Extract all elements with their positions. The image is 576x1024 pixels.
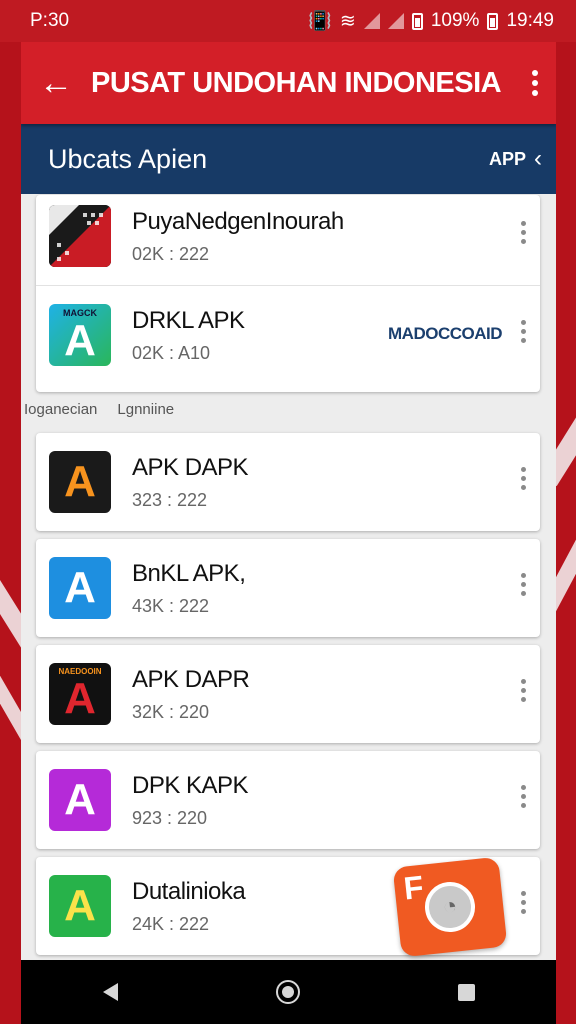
- status-time-right: 19:49: [506, 10, 554, 31]
- brand-tag: MADOCCOAID: [388, 324, 503, 343]
- list-item[interactable]: A APK DAPK 323 : 222: [36, 433, 540, 531]
- nav-home-button[interactable]: [258, 962, 318, 1022]
- section-link-label: APP: [488, 148, 526, 169]
- app-toolbar: ← PUSAT UNDOHAN INDONESIA: [21, 42, 556, 124]
- battery-icon: [411, 12, 423, 30]
- list-item[interactable]: PuyaNedgenInourah 02K : 222: [36, 187, 540, 285]
- more-options-button[interactable]: [521, 679, 526, 702]
- app-card: A DPK KAPK 923 : 220: [36, 751, 540, 849]
- app-meta: 43K : 222: [132, 595, 210, 616]
- app-name: APK DAPR: [132, 665, 250, 693]
- more-options-button[interactable]: [521, 573, 526, 596]
- more-options-button[interactable]: [521, 221, 526, 244]
- app-meta: 02K : A10: [132, 342, 211, 363]
- app-name: APK DAPK: [132, 453, 249, 481]
- app-meta: 923 : 220: [132, 807, 208, 828]
- section-header: Ubcats Apien APP ‹: [21, 124, 556, 194]
- ap-logo-icon: MAGCK A: [49, 304, 111, 366]
- vibrate-icon: 📳: [308, 11, 332, 32]
- status-bar: P:30 📳 ≋ 109% 19:49: [0, 0, 576, 42]
- list-item[interactable]: MAGCK A DRKL APK 02K : A10 MADOCCOAID: [36, 285, 540, 384]
- home-circle-icon: [276, 980, 301, 1004]
- section-title: Ubcats Apien: [48, 143, 208, 174]
- category-label: Lgnniine: [117, 401, 175, 418]
- app-name: DPK KAPK: [132, 771, 249, 799]
- lens-icon: ◔: [422, 879, 478, 935]
- a-logo-dark-icon: A: [49, 451, 111, 513]
- back-triangle-icon: [102, 983, 118, 1001]
- section-app-link[interactable]: APP ‹: [489, 145, 542, 173]
- category-labels: Ioganecian Lgnniine: [24, 401, 174, 418]
- app-name: BnKL APK,: [132, 559, 246, 587]
- list-item[interactable]: A BnKL APK, 43K : 222: [36, 539, 540, 637]
- signal-icon: [363, 13, 380, 29]
- battery-percent: 109%: [430, 10, 480, 31]
- a-logo-blue-icon: A: [49, 557, 111, 619]
- app-card: NAEDOOIN A APK DAPR 32K : 220: [36, 645, 540, 743]
- a-logo-green-icon: A: [49, 875, 111, 937]
- list-item[interactable]: NAEDOOIN A APK DAPR 32K : 220: [36, 645, 540, 743]
- app-window: ← PUSAT UNDOHAN INDONESIA Ubcats Apien A…: [21, 42, 556, 960]
- list-item[interactable]: A DPK KAPK 923 : 220: [36, 751, 540, 849]
- app-name: PuyaNedgenInourah: [132, 207, 344, 235]
- flag-pattern-icon: [49, 205, 111, 267]
- featured-apps-card: PuyaNedgenInourah 02K : 222 MAGCK A DRKL…: [36, 195, 540, 392]
- navigation-bar: [21, 960, 556, 1024]
- chevron-left-icon: ‹: [534, 145, 542, 172]
- app-meta: 02K : 222: [132, 243, 210, 264]
- badge-letter: F: [401, 868, 426, 907]
- app-meta: 323 : 222: [132, 489, 208, 510]
- back-arrow-icon[interactable]: ←: [21, 42, 91, 124]
- nav-back-button[interactable]: [80, 962, 140, 1022]
- a-logo-red-icon: NAEDOOIN A: [49, 663, 111, 725]
- overflow-menu-button[interactable]: [514, 70, 556, 96]
- battery-icon-2: [487, 12, 499, 30]
- category-label: Ioganecian: [24, 401, 98, 418]
- nav-recents-button[interactable]: [437, 962, 497, 1022]
- camera-badge-icon[interactable]: F ◔: [392, 856, 508, 958]
- more-options-button[interactable]: [521, 320, 526, 343]
- status-time-left: P:30: [30, 10, 70, 31]
- app-card: A APK DAPK 323 : 222: [36, 433, 540, 531]
- page-title: PUSAT UNDOHAN INDONESIA: [91, 66, 502, 99]
- more-options-button[interactable]: [521, 891, 526, 914]
- signal-icon-2: [387, 13, 404, 29]
- wifi-icon: ≋: [339, 10, 356, 32]
- a-logo-purple-icon: A: [49, 769, 111, 831]
- more-options-button[interactable]: [521, 467, 526, 490]
- recents-square-icon: [458, 983, 476, 1001]
- app-card: A BnKL APK, 43K : 222: [36, 539, 540, 637]
- more-options-button[interactable]: [521, 785, 526, 808]
- app-meta: 32K : 220: [132, 701, 210, 722]
